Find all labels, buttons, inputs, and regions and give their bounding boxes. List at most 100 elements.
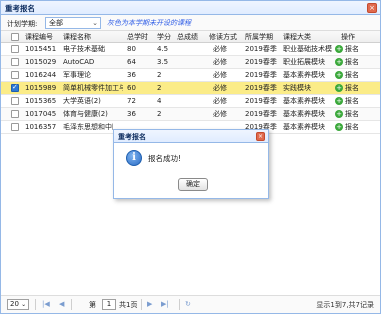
- row-checkbox[interactable]: [11, 123, 19, 131]
- add-icon: +: [335, 97, 343, 105]
- course-code: 1016244: [25, 71, 57, 79]
- dialog-title: 重考报名: [118, 133, 146, 141]
- row-checkbox[interactable]: [11, 97, 19, 105]
- page-prefix: 第: [89, 301, 96, 309]
- course-name: 简单机械零件加工与装: [63, 84, 123, 92]
- filter-hint: 灰色为本学期未开设的课程: [107, 19, 191, 27]
- last-page-icon[interactable]: ▶|: [161, 300, 169, 308]
- main-window: 重考报名 × 计划学期: 全部 ⌄ 灰色为本学期未开设的课程 课程编号 课程名称…: [0, 0, 381, 314]
- page-total: 共1页: [119, 301, 138, 309]
- add-icon: +: [335, 123, 343, 131]
- table-row[interactable]: 1015029 AutoCAD 64 3.5 必修 2019春季 职业拓展模块 …: [1, 56, 380, 69]
- course-name: 体育与健康(2): [63, 110, 108, 118]
- dialog-message: 报名成功!: [148, 154, 182, 163]
- add-icon: +: [335, 58, 343, 66]
- course-term: 2019春季: [245, 58, 277, 66]
- close-icon[interactable]: ×: [256, 132, 265, 141]
- add-icon: +: [335, 84, 343, 92]
- term-filter-select[interactable]: 全部 ⌄: [45, 17, 101, 29]
- register-button[interactable]: + 报名: [335, 57, 359, 68]
- page-size-select[interactable]: 20 ⌄: [7, 299, 29, 310]
- row-checkbox[interactable]: [11, 71, 19, 79]
- row-checkbox[interactable]: [11, 83, 19, 92]
- course-score: [175, 69, 177, 82]
- course-name: 军事理论: [63, 71, 91, 79]
- register-button[interactable]: + 报名: [335, 44, 359, 55]
- divider: [179, 299, 180, 310]
- first-page-icon[interactable]: |◀: [42, 300, 50, 308]
- course-term: 2019春季: [245, 45, 277, 53]
- filter-bar: 计划学期: 全部 ⌄ 灰色为本学期未开设的课程: [1, 15, 380, 31]
- dialog-titlebar: 重考报名 ×: [114, 130, 268, 143]
- course-category: 职业基础技术模: [283, 45, 332, 53]
- table-header: 课程编号 课程名称 总学时 学分 总成绩 修读方式 所属学期 课程大类 操作: [1, 31, 380, 43]
- table-row[interactable]: 1015451 电子技术基础 80 4.5 必修 2019春季 职业基础技术模 …: [1, 43, 380, 56]
- select-all-checkbox[interactable]: [11, 33, 19, 41]
- course-credit: 3.5: [157, 58, 169, 66]
- course-mode: 必修: [213, 97, 227, 105]
- register-button[interactable]: + 报名: [335, 96, 359, 107]
- course-name: 毛泽东思想和中国特: [63, 123, 113, 131]
- term-filter-label: 计划学期:: [7, 20, 38, 28]
- term-filter-value: 全部: [49, 19, 63, 27]
- register-button[interactable]: + 报名: [335, 83, 359, 94]
- window-title: 重考报名: [5, 4, 35, 13]
- prev-page-icon[interactable]: ◀: [59, 300, 64, 308]
- course-name: 大学英语(2): [63, 97, 101, 105]
- register-button[interactable]: + 报名: [335, 109, 359, 120]
- course-mode: 必修: [213, 45, 227, 53]
- course-mode: 必修: [213, 58, 227, 66]
- info-icon: i: [126, 150, 142, 166]
- course-score: [175, 43, 177, 56]
- course-credit: 2: [157, 84, 162, 92]
- refresh-icon[interactable]: ↻: [185, 300, 191, 308]
- add-icon: +: [335, 71, 343, 79]
- row-checkbox[interactable]: [11, 58, 19, 66]
- register-button[interactable]: + 报名: [335, 70, 359, 81]
- window-titlebar: 重考报名 ×: [1, 1, 380, 15]
- course-mode: 必修: [213, 110, 227, 118]
- page-info: 显示1到7,共7记录: [316, 301, 374, 309]
- course-hours: 64: [127, 58, 136, 66]
- course-mode: 必修: [213, 84, 227, 92]
- course-score: [175, 108, 177, 121]
- register-button[interactable]: + 报名: [335, 122, 359, 133]
- course-term: 2019春季: [245, 71, 277, 79]
- course-category: 实践模块: [283, 84, 311, 92]
- ok-button[interactable]: 确定: [178, 178, 208, 191]
- row-checkbox[interactable]: [11, 45, 19, 53]
- pagination-bar: 20 ⌄ |◀ ◀ 第 1 共1页 ▶ ▶| ↻ 显示1到7,共7记录: [1, 295, 380, 313]
- course-hours: 36: [127, 71, 136, 79]
- course-name: AutoCAD: [63, 58, 95, 66]
- table-row[interactable]: 1015365 大学英语(2) 72 4 必修 2019春季 基本素养模块 + 报…: [1, 95, 380, 108]
- course-term: 2019春季: [245, 84, 277, 92]
- divider: [35, 299, 36, 310]
- table-row[interactable]: 1017045 体育与健康(2) 36 2 必修 2019春季 基本素养模块 +…: [1, 108, 380, 121]
- course-hours: 60: [127, 84, 136, 92]
- course-code: 1015365: [25, 97, 57, 105]
- course-category: 基本素养模块: [283, 97, 325, 105]
- course-category: 职业拓展模块: [283, 58, 325, 66]
- course-mode: 必修: [213, 71, 227, 79]
- course-category: 基本素养模块: [283, 110, 325, 118]
- course-category: 基本素养模块: [283, 123, 325, 131]
- row-checkbox[interactable]: [11, 110, 19, 118]
- course-hours: 80: [127, 45, 136, 53]
- table-row[interactable]: 1016244 军事理论 36 2 必修 2019春季 基本素养模块 + 报名: [1, 69, 380, 82]
- course-credit: 4: [157, 97, 162, 105]
- course-name: 电子技术基础: [63, 45, 105, 53]
- chevron-down-icon: ⌄: [92, 19, 98, 27]
- page-number-input[interactable]: 1: [102, 299, 116, 310]
- chevron-down-icon: ⌄: [21, 301, 27, 308]
- course-code: 1015451: [25, 45, 57, 53]
- next-page-icon[interactable]: ▶: [147, 300, 152, 308]
- add-icon: +: [335, 110, 343, 118]
- course-hours: 72: [127, 97, 136, 105]
- course-credit: 2: [157, 71, 162, 79]
- course-code: 1016357: [25, 123, 57, 131]
- course-term: 2019春季: [245, 110, 277, 118]
- course-code: 1015989: [25, 84, 57, 92]
- course-score: [175, 56, 177, 69]
- table-row-selected[interactable]: 1015989 简单机械零件加工与装 60 2 必修 2019春季 实践模块 +…: [1, 82, 380, 95]
- close-icon[interactable]: ×: [367, 3, 377, 13]
